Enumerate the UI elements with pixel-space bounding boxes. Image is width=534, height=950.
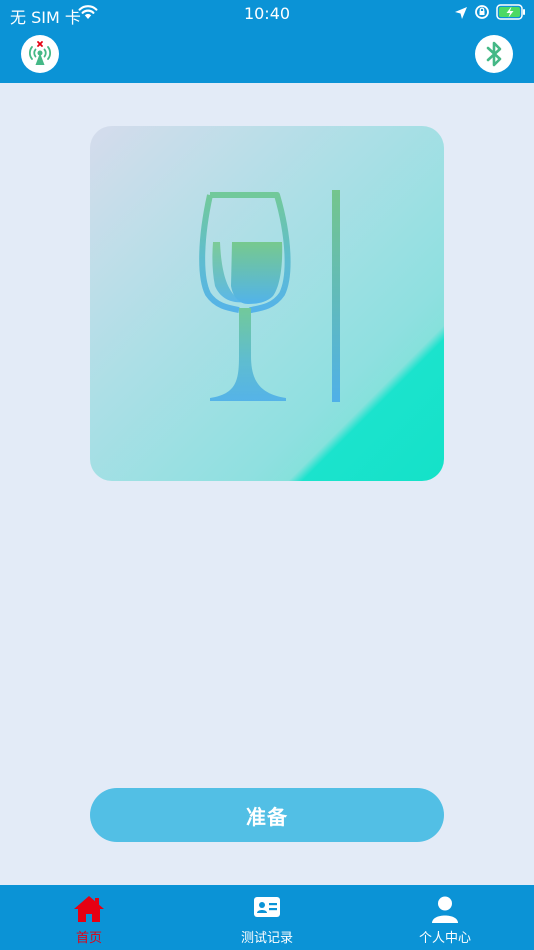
app-header: 无 SIM 卡 10:40 <box>0 0 534 83</box>
signal-tower-disconnected-icon <box>28 41 52 65</box>
hero-card <box>90 126 444 481</box>
wine-glass-with-ruler-icon <box>199 190 340 402</box>
ready-button[interactable]: 准备 <box>90 788 444 842</box>
user-icon <box>432 896 458 923</box>
tab-profile-label: 个人中心 <box>418 931 471 946</box>
tab-test-records[interactable]: 测试记录 <box>178 885 356 950</box>
battery-charging-icon <box>496 4 526 24</box>
tab-test-records-label: 测试记录 <box>240 931 293 946</box>
status-bar: 无 SIM 卡 10:40 <box>0 0 534 28</box>
device-connection-button[interactable] <box>21 35 59 73</box>
tab-profile[interactable]: 个人中心 <box>356 885 534 950</box>
tab-bar: 首页 测试记录 个人中心 <box>0 885 534 950</box>
tab-home-label: 首页 <box>75 931 102 946</box>
orientation-lock-icon <box>474 4 490 24</box>
home-icon <box>74 896 104 922</box>
location-arrow-icon <box>454 5 468 24</box>
bluetooth-button[interactable] <box>475 35 513 73</box>
id-card-icon <box>254 897 280 917</box>
bluetooth-icon <box>486 41 502 67</box>
tab-home[interactable]: 首页 <box>0 885 178 950</box>
